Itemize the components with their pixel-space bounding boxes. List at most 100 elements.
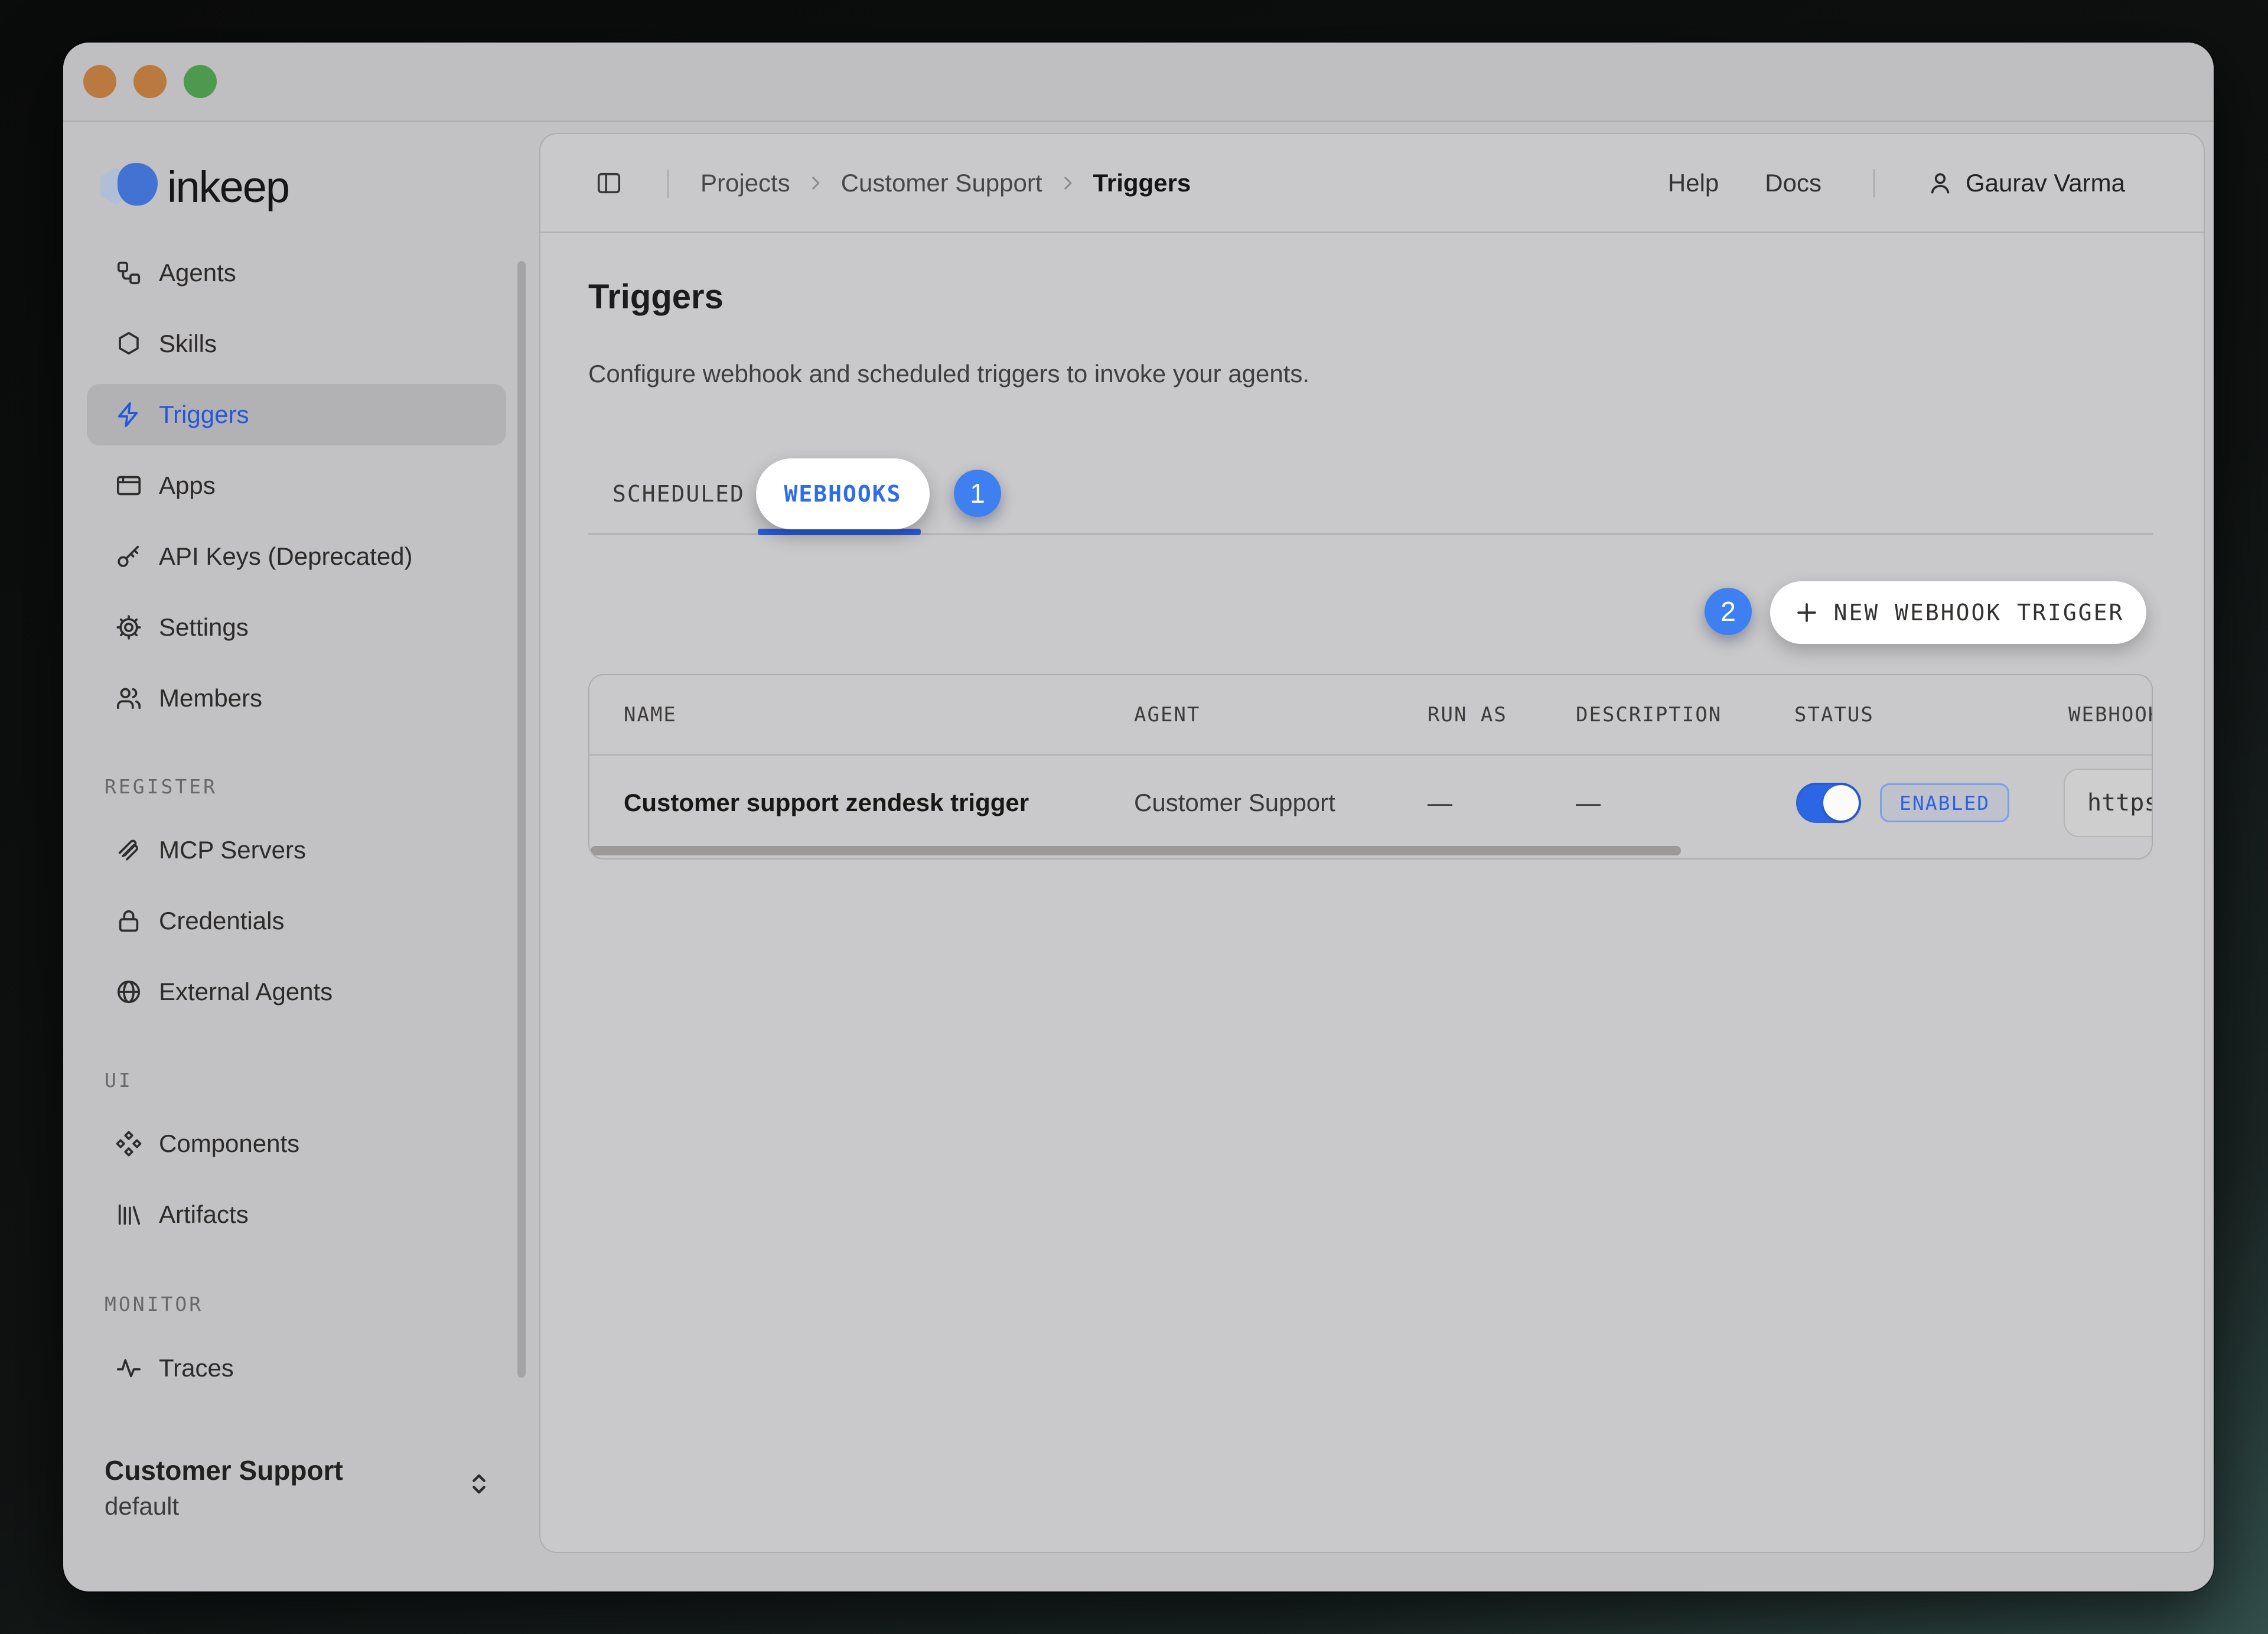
tab-webhooks-label: WEBHOOKS <box>784 481 901 507</box>
workflow-icon <box>115 259 142 287</box>
library-icon <box>115 1201 142 1228</box>
sidebar-item-components[interactable]: Components <box>87 1113 506 1174</box>
sidebar-scrollbar[interactable] <box>517 261 526 1378</box>
table-header-row: NAME AGENT RUN AS DESCRIPTION STATUS WEB… <box>589 675 2153 756</box>
sidebar-item-triggers[interactable]: Triggers <box>87 384 506 445</box>
activity-icon <box>115 1355 142 1382</box>
help-link[interactable]: Help <box>1668 169 1719 197</box>
breadcrumb-customer-support[interactable]: Customer Support <box>841 169 1042 197</box>
project-name: Customer Support <box>105 1452 506 1489</box>
status-badge: ENABLED <box>1880 783 2009 822</box>
inkeep-logo[interactable]: inkeep <box>99 162 289 211</box>
app-window-icon <box>115 472 142 499</box>
sidebar-item-traces[interactable]: Traces <box>87 1337 506 1399</box>
sidebar-item-members[interactable]: Members <box>87 668 506 729</box>
user-name: Gaurav Varma <box>1966 169 2125 197</box>
docs-link[interactable]: Docs <box>1765 169 1821 197</box>
column-header-run-as: RUN AS <box>1428 675 1507 754</box>
key-icon <box>115 543 142 570</box>
sidebar-item-artifacts[interactable]: Artifacts <box>87 1184 506 1245</box>
sidebar-item-credentials[interactable]: Credentials <box>87 890 506 952</box>
chevron-right-icon <box>806 173 826 193</box>
main-panel: Projects Customer Support Triggers Help … <box>539 133 2205 1553</box>
inkeep-logo-icon <box>99 163 160 210</box>
component-icon <box>115 1130 142 1157</box>
sidebar-item-label: Settings <box>159 613 249 642</box>
zap-icon <box>115 401 142 428</box>
column-header-status: STATUS <box>1794 675 1874 754</box>
inkeep-logo-text: inkeep <box>167 162 289 212</box>
page-title: Triggers <box>588 277 724 317</box>
toggle-knob <box>1823 785 1859 821</box>
sidebar-item-label: Components <box>159 1130 299 1158</box>
sidebar-item-label: Apps <box>159 471 216 500</box>
close-window-icon[interactable] <box>83 65 116 98</box>
sidebar-item-label: MCP Servers <box>159 836 306 864</box>
project-switcher[interactable]: Customer Support default <box>105 1452 506 1535</box>
plus-icon <box>1793 598 1821 627</box>
header-actions: Help Docs Gaurav Varma <box>1668 134 2125 232</box>
sidebar-item-external-agents[interactable]: External Agents <box>87 961 506 1023</box>
annotation-badge-2: 2 <box>1705 588 1752 635</box>
webhook-url-chip[interactable]: https <box>2064 769 2153 837</box>
project-environment: default <box>105 1489 506 1524</box>
sidebar-item-settings[interactable]: Settings <box>87 597 506 658</box>
annotation-badge-1: 1 <box>954 470 1001 517</box>
sidebar-section-monitor: MONITOR <box>105 1293 203 1316</box>
column-header-agent: AGENT <box>1134 675 1200 754</box>
new-webhook-trigger-button[interactable]: NEW WEBHOOK TRIGGER <box>1770 581 2146 644</box>
sidebar-item-label: Triggers <box>159 401 249 429</box>
sidebar-section-ui: UI <box>105 1069 133 1092</box>
header-divider <box>667 170 669 198</box>
status-toggle[interactable] <box>1796 783 1861 823</box>
mcp-icon <box>115 836 142 864</box>
gear-icon <box>115 614 142 641</box>
chevrons-up-down-icon <box>464 1469 494 1499</box>
sidebar-item-mcp-servers[interactable]: MCP Servers <box>87 819 506 881</box>
globe-icon <box>115 978 142 1005</box>
sidebar-item-agents[interactable]: Agents <box>87 242 506 304</box>
sidebar-item-label: External Agents <box>159 978 333 1006</box>
user-menu[interactable]: Gaurav Varma <box>1927 169 2125 197</box>
page-description: Configure webhook and scheduled triggers… <box>588 360 1309 388</box>
zoom-window-icon[interactable] <box>184 65 217 98</box>
sidebar-item-skills[interactable]: Skills <box>87 313 506 375</box>
sidebar-item-label: Artifacts <box>159 1200 249 1229</box>
active-tab-indicator <box>758 529 921 535</box>
sidebar-item-label: Credentials <box>159 907 284 935</box>
chevron-right-icon <box>1058 173 1078 193</box>
app-window: inkeep Agents Skills Triggers Apps <box>63 43 2214 1591</box>
cell-agent: Customer Support <box>1134 756 1335 850</box>
sidebar-item-api-keys[interactable]: API Keys (Deprecated) <box>87 526 506 587</box>
column-header-webhook-url: WEBHOOK URL <box>2068 675 2153 754</box>
minimize-window-icon[interactable] <box>133 65 167 98</box>
sidebar-item-label: Skills <box>159 330 217 358</box>
macos-titlebar <box>63 43 2214 122</box>
lock-icon <box>115 907 142 935</box>
cell-run-as: — <box>1428 756 1452 850</box>
sidebar: inkeep Agents Skills Triggers Apps <box>63 123 539 1591</box>
table-row[interactable]: Customer support zendesk trigger Custome… <box>589 756 2153 850</box>
sidebar-item-apps[interactable]: Apps <box>87 455 506 516</box>
sidebar-toggle-icon[interactable] <box>595 170 623 197</box>
tab-webhooks[interactable]: WEBHOOKS <box>756 458 930 529</box>
breadcrumb-projects[interactable]: Projects <box>700 169 790 197</box>
hexagon-icon <box>115 330 142 357</box>
new-webhook-trigger-label: NEW WEBHOOK TRIGGER <box>1834 600 2124 626</box>
sidebar-item-label: Agents <box>159 259 236 287</box>
breadcrumb: Projects Customer Support Triggers <box>700 134 1191 232</box>
header-divider <box>1873 169 1875 197</box>
users-icon <box>115 685 142 712</box>
column-header-name: NAME <box>624 675 677 754</box>
user-icon <box>1927 170 1954 197</box>
table-horizontal-scrollbar[interactable] <box>591 846 1681 855</box>
sidebar-item-label: Members <box>159 684 262 712</box>
cell-description: — <box>1576 756 1601 850</box>
breadcrumb-triggers: Triggers <box>1093 169 1191 197</box>
cell-trigger-name: Customer support zendesk trigger <box>624 756 1029 850</box>
main-header: Projects Customer Support Triggers Help … <box>540 134 2204 233</box>
sidebar-section-register: REGISTER <box>105 775 217 799</box>
sidebar-item-label: Traces <box>159 1354 234 1382</box>
tab-scheduled[interactable]: SCHEDULED <box>612 458 745 529</box>
column-header-description: DESCRIPTION <box>1576 675 1722 754</box>
